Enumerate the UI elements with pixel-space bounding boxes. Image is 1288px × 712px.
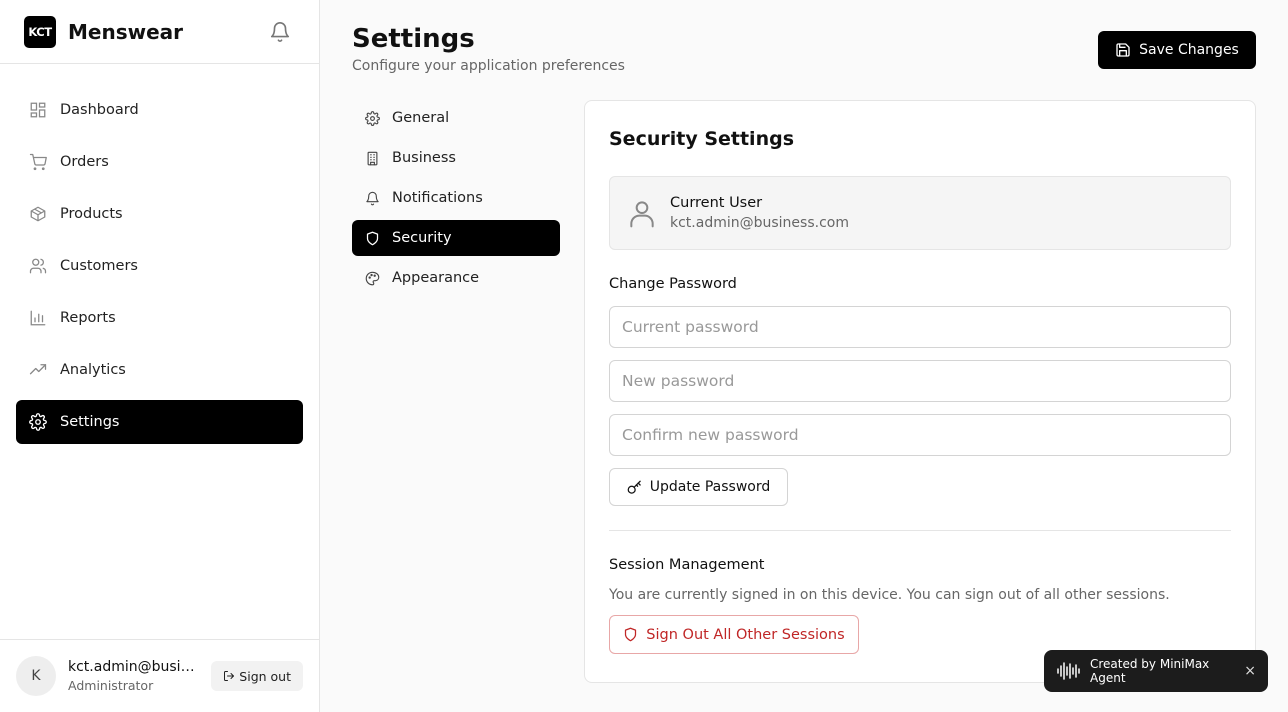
settings-nav: General Business Notifications Security … — [352, 100, 560, 300]
divider — [609, 530, 1231, 531]
sign-out-label: Sign out — [239, 668, 291, 684]
tab-security[interactable]: Security — [352, 220, 560, 256]
update-password-button[interactable]: Update Password — [609, 468, 788, 506]
users-icon — [28, 256, 48, 276]
page-subtitle: Configure your application preferences — [352, 58, 625, 74]
sidebar-item-label: Analytics — [60, 362, 126, 378]
tab-label: Appearance — [392, 270, 480, 286]
sidebar: KCT Menswear Dashboard Orders Products C… — [0, 0, 320, 712]
security-settings-card: Security Settings Current User kct.admin… — [584, 100, 1256, 683]
brand-name: Menswear — [68, 19, 184, 44]
gear-icon — [28, 412, 48, 432]
dashboard-icon — [28, 100, 48, 120]
new-password-input[interactable]: New password — [609, 360, 1231, 402]
sign-out-all-label: Sign Out All Other Sessions — [646, 626, 845, 643]
sidebar-item-label: Orders — [60, 154, 109, 170]
package-icon — [28, 204, 48, 224]
cart-icon — [28, 152, 48, 172]
sidebar-item-label: Dashboard — [60, 102, 139, 118]
current-password-input[interactable]: Current password — [609, 306, 1231, 348]
session-description: You are currently signed in on this devi… — [609, 587, 1170, 603]
building-icon — [364, 150, 380, 166]
gear-icon — [364, 110, 380, 126]
current-user-box: Current User kct.admin@business.com — [609, 176, 1231, 250]
save-changes-button[interactable]: Save Changes — [1098, 31, 1256, 69]
sidebar-item-dashboard[interactable]: Dashboard — [16, 88, 303, 132]
user-email: kct.admin@business.com — [68, 659, 198, 675]
sidebar-item-label: Products — [60, 206, 123, 222]
tab-label: General — [392, 110, 450, 126]
tab-general[interactable]: General — [352, 100, 560, 136]
shield-icon — [364, 230, 380, 246]
bar-chart-icon — [28, 308, 48, 328]
key-icon — [627, 480, 650, 495]
waveform-icon — [1056, 661, 1082, 681]
shield-icon — [623, 627, 646, 642]
sidebar-item-reports[interactable]: Reports — [16, 296, 303, 340]
save-changes-label: Save Changes — [1139, 42, 1239, 58]
brand-logo: KCT — [24, 15, 56, 48]
sidebar-item-analytics[interactable]: Analytics — [16, 348, 303, 392]
sidebar-item-label: Reports — [60, 310, 116, 326]
confirm-password-input[interactable]: Confirm new password — [609, 414, 1231, 456]
session-management-title: Session Management — [609, 557, 765, 573]
user-info: kct.admin@business.com Administrator — [68, 659, 211, 693]
tab-label: Notifications — [392, 190, 483, 206]
sidebar-item-settings[interactable]: Settings — [16, 400, 303, 444]
tab-notifications[interactable]: Notifications — [352, 180, 560, 216]
sidebar-item-customers[interactable]: Customers — [16, 244, 303, 288]
palette-icon — [364, 270, 380, 286]
toast-text: Created by MiniMax Agent — [1090, 657, 1210, 685]
current-user-email: kct.admin@business.com — [670, 215, 849, 231]
sidebar-item-orders[interactable]: Orders — [16, 140, 303, 184]
avatar: K — [16, 656, 56, 696]
sign-out-all-sessions-button[interactable]: Sign Out All Other Sessions — [609, 615, 859, 654]
user-role: Administrator — [68, 678, 154, 693]
close-icon[interactable]: × — [1244, 663, 1256, 679]
tab-label: Business — [392, 150, 456, 166]
brand-header: KCT Menswear — [0, 0, 319, 64]
notifications-bell-icon[interactable] — [265, 17, 295, 47]
sidebar-item-products[interactable]: Products — [16, 192, 303, 236]
sidebar-item-label: Settings — [60, 414, 120, 430]
card-title: Security Settings — [609, 128, 795, 150]
log-out-icon — [223, 670, 239, 682]
save-icon — [1115, 42, 1139, 58]
current-user-label: Current User — [670, 195, 763, 211]
sign-out-button[interactable]: Sign out — [211, 661, 303, 691]
change-password-label: Change Password — [609, 276, 737, 292]
main-nav: Dashboard Orders Products Customers Repo… — [0, 64, 319, 476]
created-by-toast: Created by MiniMax Agent × — [1044, 650, 1268, 692]
bell-icon — [364, 190, 380, 206]
user-profile: K kct.admin@business.com Administrator S… — [0, 639, 319, 712]
tab-business[interactable]: Business — [352, 140, 560, 176]
tab-appearance[interactable]: Appearance — [352, 260, 560, 296]
tab-label: Security — [392, 230, 452, 246]
sidebar-item-label: Customers — [60, 258, 138, 274]
update-password-label: Update Password — [649, 479, 771, 495]
trending-up-icon — [28, 360, 48, 380]
page-title: Settings — [352, 24, 475, 54]
user-icon — [626, 197, 658, 229]
